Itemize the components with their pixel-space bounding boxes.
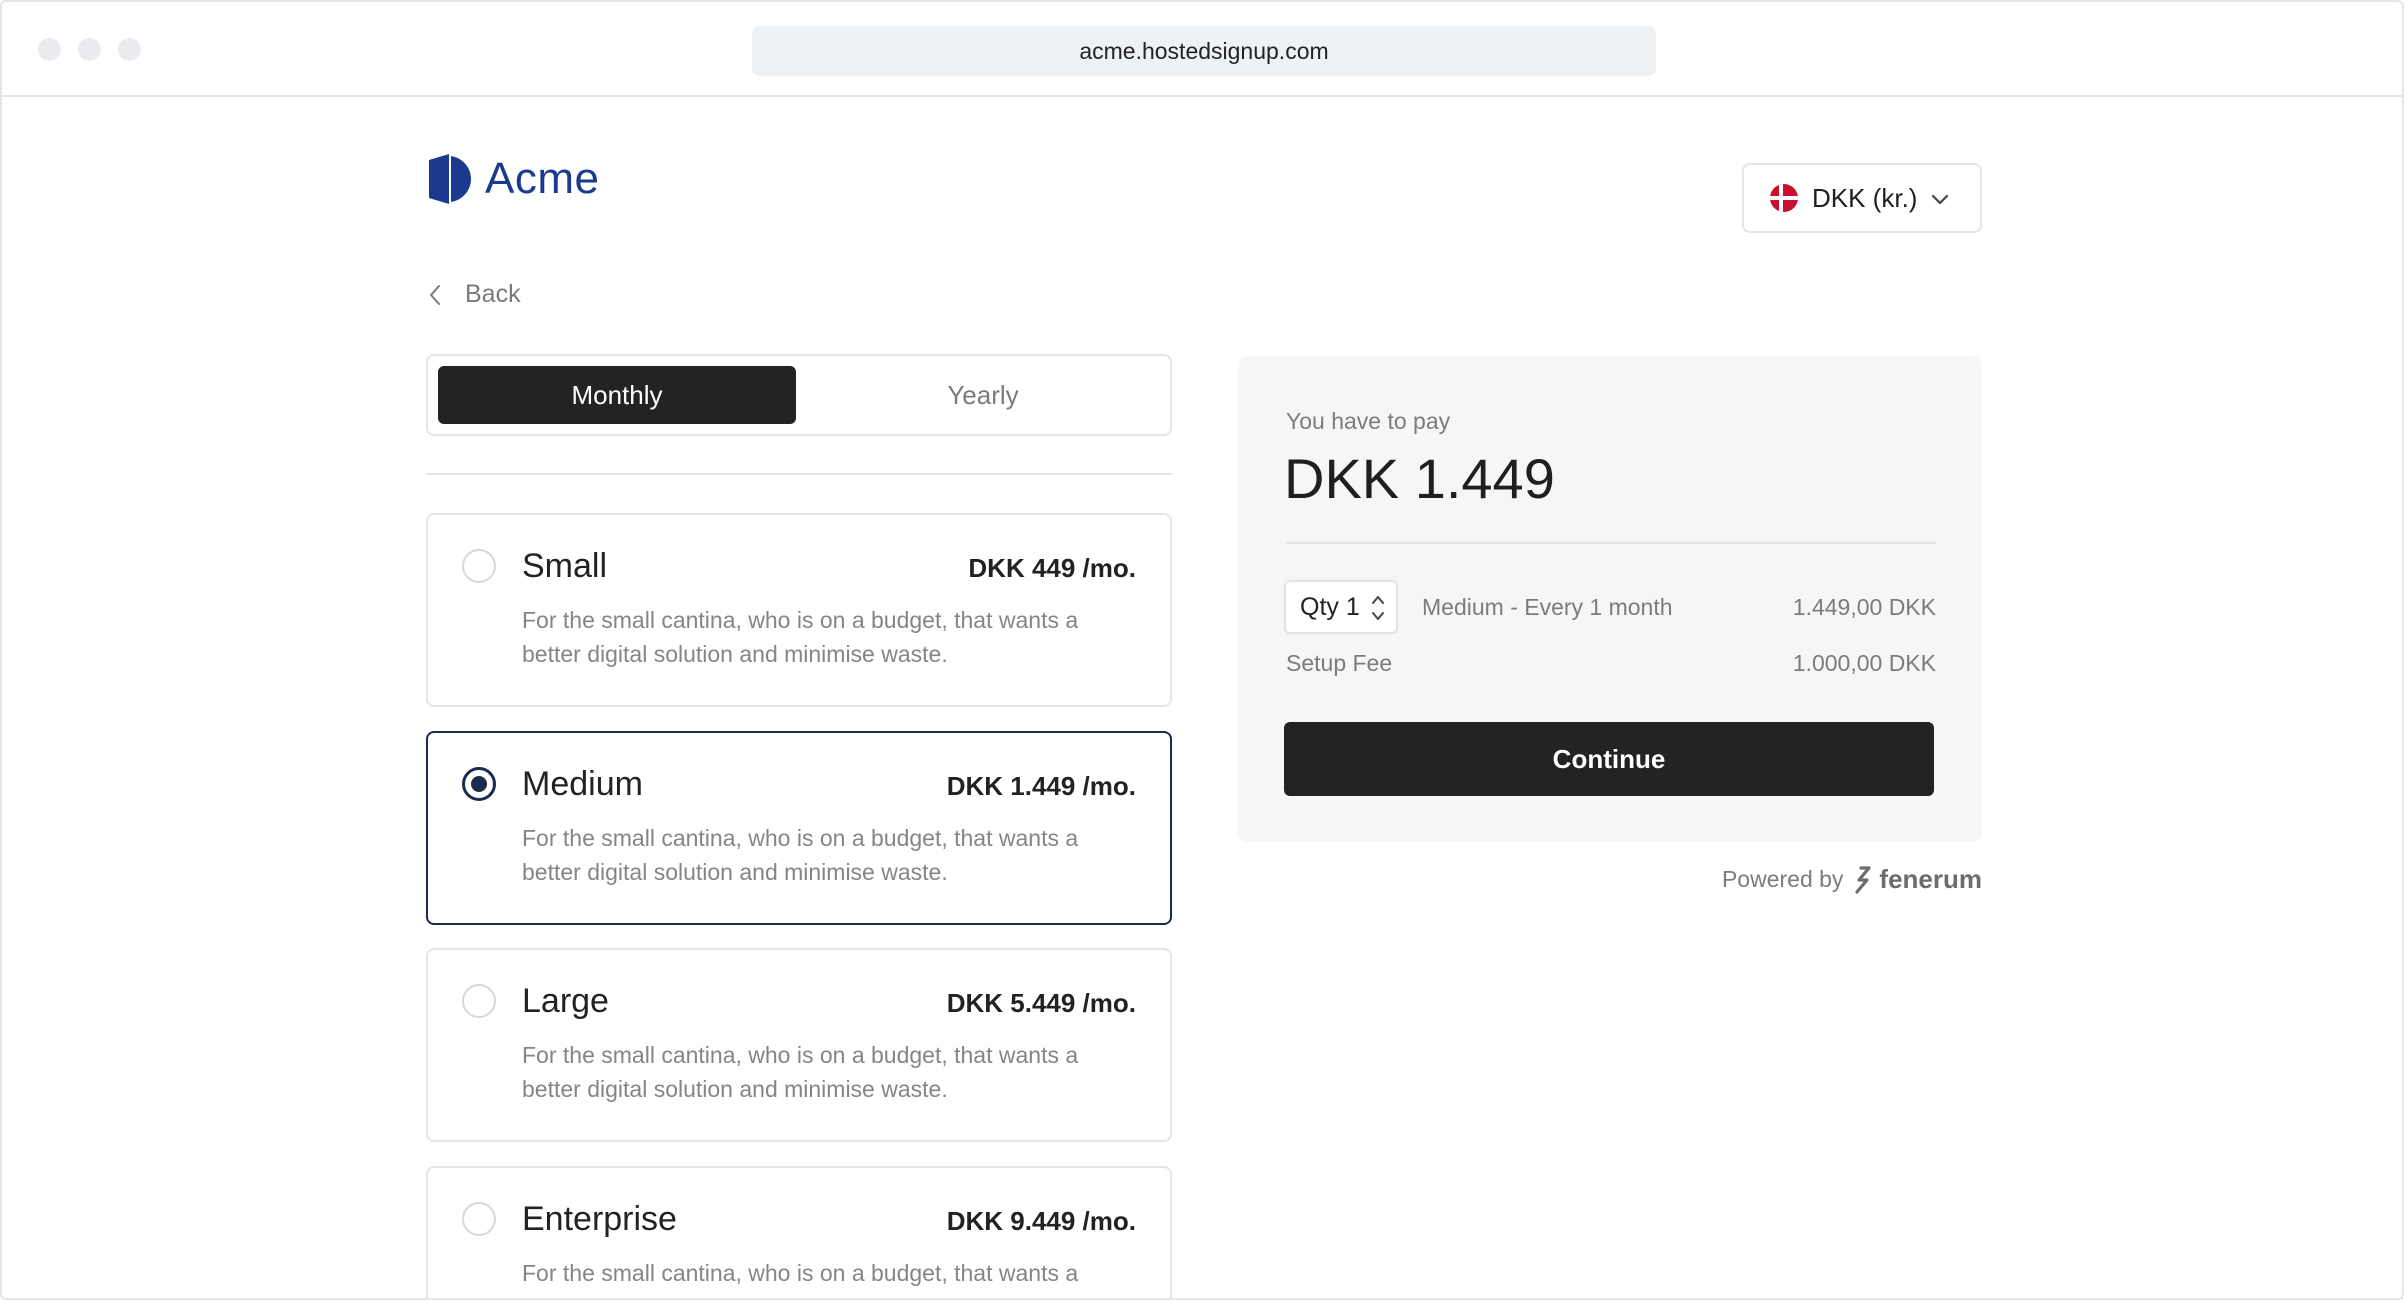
plan-price: DKK 5.449 /mo. <box>946 988 1136 1018</box>
section-divider <box>426 473 1172 475</box>
plan-radio-selected[interactable] <box>462 767 496 801</box>
acme-logo-icon <box>429 154 471 204</box>
window-close-dot[interactable] <box>38 38 61 61</box>
summary-divider <box>1286 542 1936 544</box>
tab-monthly[interactable]: Monthly <box>438 366 796 424</box>
plan-description: For the small cantina, who is on a budge… <box>522 1260 1079 1298</box>
quantity-label: Qty 1 <box>1300 592 1360 621</box>
line-item-description: Medium - Every 1 month <box>1422 594 1673 620</box>
plan-name: Enterprise <box>522 1200 677 1238</box>
order-summary-panel: You have to pay DKK 1.449 Qty 1 Medium -… <box>1238 356 1982 842</box>
plan-card-medium[interactable]: Medium DKK 1.449 /mo. For the small cant… <box>426 731 1172 925</box>
address-bar[interactable]: acme.hostedsignup.com <box>752 26 1656 76</box>
chevron-left-icon <box>430 284 440 305</box>
plan-price: DKK 449 /mo. <box>968 553 1136 583</box>
back-link[interactable]: Back <box>427 280 521 309</box>
plan-description: For the small cantina, who is on a budge… <box>522 825 1079 885</box>
plan-description: For the small cantina, who is on a budge… <box>522 607 1079 667</box>
browser-window: acme.hostedsignup.com Acme DKK (kr.) Bac… <box>0 0 2404 1300</box>
plan-card-small[interactable]: Small DKK 449 /mo. For the small cantina… <box>426 513 1172 707</box>
plan-card-large[interactable]: Large DKK 5.449 /mo. For the small canti… <box>426 948 1172 1142</box>
plan-card-enterprise[interactable]: Enterprise DKK 9.449 /mo. For the small … <box>426 1166 1172 1298</box>
window-minimize-dot[interactable] <box>78 38 101 61</box>
plan-price: DKK 9.449 /mo. <box>946 1206 1136 1236</box>
tab-yearly[interactable]: Yearly <box>804 366 1162 424</box>
plan-price: DKK 1.449 /mo. <box>946 771 1136 801</box>
provider-name: fenerum <box>1879 864 1982 894</box>
powered-by-label: Powered by <box>1721 866 1844 892</box>
line-item-amount: 1.449,00 DKK <box>1792 594 1936 620</box>
plan-name: Medium <box>522 765 643 803</box>
plan-radio[interactable] <box>462 984 496 1018</box>
summary-total: DKK 1.449 <box>1284 447 1555 510</box>
stepper-arrows-icon[interactable] <box>1370 592 1386 624</box>
powered-by: Powered by fenerum <box>1702 864 1982 895</box>
url-text: acme.hostedsignup.com <box>1079 37 1329 64</box>
fenerum-logo[interactable]: fenerum <box>1853 864 1982 895</box>
chevron-down-icon <box>1931 194 1949 205</box>
quantity-stepper[interactable]: Qty 1 <box>1284 580 1398 634</box>
currency-label: DKK (kr.) <box>1812 182 1918 213</box>
billing-period-toggle: Monthly Yearly <box>426 354 1172 436</box>
plan-name: Small <box>522 547 608 585</box>
plan-description: For the small cantina, who is on a budge… <box>522 1042 1079 1102</box>
summary-label: You have to pay <box>1286 408 1451 434</box>
brand-name: Acme <box>485 154 600 203</box>
plan-radio[interactable] <box>462 1202 496 1236</box>
plan-radio[interactable] <box>462 549 496 583</box>
setup-fee-amount: 1.000,00 DKK <box>1792 650 1936 676</box>
back-label: Back <box>465 280 521 308</box>
setup-fee-label: Setup Fee <box>1286 650 1393 676</box>
fenerum-logo-icon <box>1855 865 1872 894</box>
window-maximize-dot[interactable] <box>118 38 141 61</box>
brand-logo[interactable]: Acme <box>427 154 599 204</box>
denmark-flag-icon <box>1770 184 1798 212</box>
continue-button[interactable]: Continue <box>1284 722 1934 796</box>
plan-name: Large <box>522 982 609 1020</box>
currency-select[interactable]: DKK (kr.) <box>1742 163 1982 233</box>
browser-chrome: acme.hostedsignup.com <box>2 2 2402 97</box>
